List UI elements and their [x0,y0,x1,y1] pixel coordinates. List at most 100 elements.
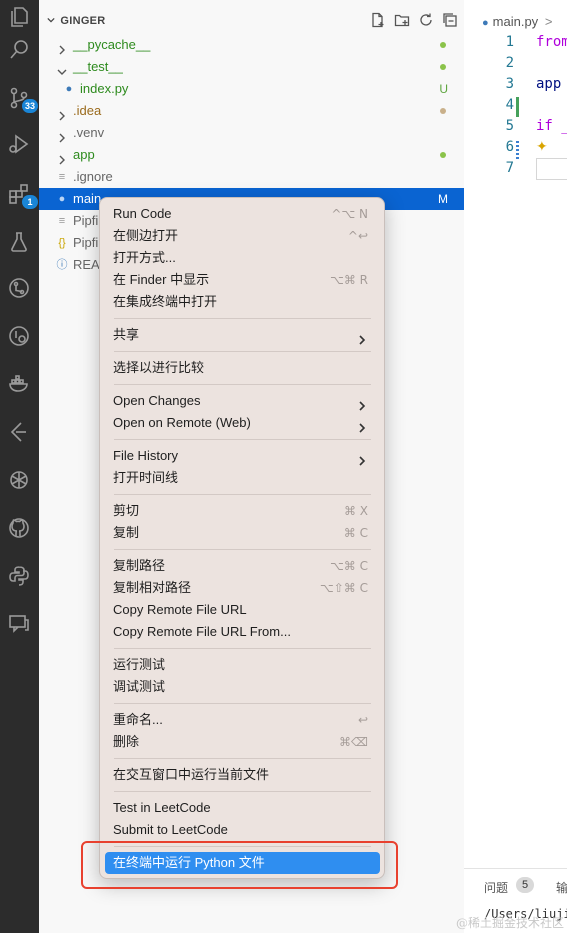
menu-item-label: 打开时间线 [113,470,179,485]
tree-folder[interactable]: .idea [39,100,464,122]
menu-item[interactable]: Open Changes [105,390,380,412]
text-file-icon: ≡ [58,215,66,227]
git-graph-icon[interactable] [4,273,34,303]
openai-icon[interactable] [4,465,34,495]
menu-item[interactable]: 在集成终端中打开 [105,291,380,313]
menu-separator [114,439,371,440]
chevron-down-icon [47,15,57,27]
sparkle-icon[interactable]: ✦ [536,138,548,155]
testing-icon[interactable] [4,227,34,257]
menu-separator [114,318,371,319]
menu-shortcut: ⌘⌫ [339,735,368,749]
new-file-icon[interactable] [370,12,388,30]
menu-item-label: Test in LeetCode [113,800,211,815]
menu-item[interactable]: Open on Remote (Web) [105,412,380,434]
menu-item[interactable]: 复制路径 ⌥⌘ C [105,555,380,577]
github-icon[interactable] [4,513,34,543]
tree-file[interactable]: ≡ .ignore [39,166,464,188]
new-folder-icon[interactable] [394,12,412,30]
refresh-icon[interactable] [418,12,436,30]
menu-item[interactable]: 在交互窗口中运行当前文件 [105,764,380,786]
menu-separator [114,703,371,704]
gutter-modified-mark [516,141,519,159]
menu-item[interactable]: 选择以进行比较 [105,357,380,379]
tab-output[interactable]: 输 [556,879,567,896]
status-dot [440,152,446,158]
activity-bar: 33 1 [0,0,39,933]
menu-item-label: Copy Remote File URL [113,602,247,617]
menu-item[interactable]: 调试测试 [105,676,380,698]
git-status-badge: M [438,192,448,206]
menu-separator [114,791,371,792]
menu-item[interactable]: 删除 ⌘⌫ [105,731,380,753]
explorer-section-title[interactable]: GINGER [47,15,106,27]
source-control-icon[interactable]: 33 [4,83,38,113]
comments-icon[interactable] [4,609,34,639]
extensions-icon[interactable]: 1 [4,179,38,209]
menu-item-label: 在 Finder 中显示 [113,272,210,287]
problems-count-badge: 5 [516,877,534,893]
menu-item[interactable]: 在侧边打开 ^↩ [105,225,380,247]
chevron-right-icon[interactable] [57,128,67,143]
menu-item[interactable]: 复制 ⌘ C [105,522,380,544]
tree-folder[interactable]: __test__ [39,56,464,78]
line-number: 2 [505,55,514,71]
menu-shortcut: ^↩ [347,229,368,243]
leetcode-icon[interactable] [4,417,34,447]
menu-shortcut: ⌘ X [343,504,368,518]
tab-problems[interactable]: 问题 [484,879,508,896]
menu-item[interactable]: Copy Remote File URL [105,599,380,621]
tree-item-label: __test__ [73,59,123,74]
menu-item[interactable]: Submit to LeetCode [105,819,380,841]
run-debug-icon[interactable] [4,129,34,159]
search-icon[interactable] [4,35,34,65]
status-dot [440,108,446,114]
menu-separator [114,351,371,352]
remote-icon[interactable] [4,321,34,351]
menu-item[interactable]: 共享 [105,324,380,346]
menu-shortcut: ↩ [357,713,368,727]
explorer-title-label: GINGER [60,15,106,27]
menu-item[interactable]: 复制相对路径 ⌥⇧⌘ C [105,577,380,599]
chevron-right-icon[interactable] [57,106,67,121]
inline-suggestion-box [536,158,567,180]
tree-file[interactable]: ● index.py U [39,78,464,100]
menu-item[interactable]: Run Code ^⌥ N [105,203,380,225]
breadcrumb-separator: > [544,14,553,29]
menu-item[interactable]: 重命名... ↩ [105,709,380,731]
chevron-right-icon [358,418,368,433]
docker-icon[interactable] [4,369,34,399]
menu-shortcut: ⌥⇧⌘ C [319,581,368,595]
text-file-icon: ≡ [58,171,66,183]
menu-item[interactable]: 打开方式... [105,247,380,269]
menu-item[interactable]: 运行测试 [105,654,380,676]
menu-item[interactable]: 打开时间线 [105,467,380,489]
menu-item-label: 删除 [113,734,140,749]
menu-item-label: 复制相对路径 [113,580,192,595]
menu-item[interactable]: 剪切 ⌘ X [105,500,380,522]
editor-tab[interactable]: ● main.py > [482,14,552,29]
menu-item-label: Copy Remote File URL From... [113,624,291,639]
menu-item[interactable]: Copy Remote File URL From... [105,621,380,643]
chevron-right-icon [358,330,368,345]
chevron-right-icon[interactable] [57,40,67,55]
chevron-right-icon[interactable] [57,150,67,165]
menu-item[interactable]: File History [105,445,380,467]
chevron-down-icon[interactable] [57,62,67,75]
tree-folder[interactable]: __pycache__ [39,34,464,56]
status-dot [440,42,446,48]
menu-item-label: 选择以进行比较 [113,360,205,375]
line-number: 5 [505,118,514,134]
menu-item-label: 剪切 [113,503,140,518]
files-icon[interactable] [4,2,34,32]
menu-item[interactable]: Test in LeetCode [105,797,380,819]
status-dot [440,64,446,70]
code-line: if _ [536,118,567,134]
python-icon[interactable] [4,561,34,591]
tree-folder[interactable]: app [39,144,464,166]
collapse-all-icon[interactable] [442,12,460,30]
menu-item-label: 重命名... [113,712,163,727]
menu-item[interactable]: 在 Finder 中显示 ⌥⌘ R [105,269,380,291]
menu-separator [114,494,371,495]
tree-folder[interactable]: .venv [39,122,464,144]
